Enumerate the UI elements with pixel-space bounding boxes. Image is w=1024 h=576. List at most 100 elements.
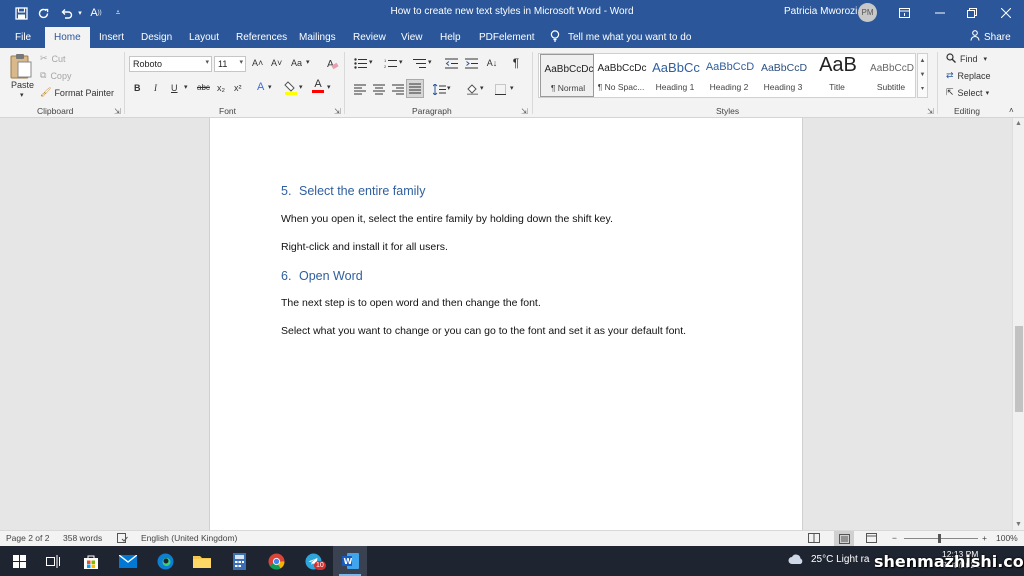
tab-pdfelement[interactable]: PDFelement xyxy=(479,26,535,48)
align-left-icon[interactable] xyxy=(352,81,368,97)
style-heading-2[interactable]: AaBbCcD Heading 2 xyxy=(702,54,756,97)
scroll-up-icon[interactable]: ▲ xyxy=(918,54,927,68)
zoom-slider[interactable] xyxy=(904,538,978,539)
superscript-button[interactable]: x² xyxy=(234,83,242,93)
find-button[interactable]: Find ▾ xyxy=(946,53,987,65)
calculator-icon[interactable] xyxy=(222,546,256,576)
multilevel-dropdown-icon[interactable]: ▾ xyxy=(428,58,432,66)
tab-file[interactable]: File xyxy=(15,26,31,48)
style-heading-1[interactable]: AaBbCc Heading 1 xyxy=(648,54,702,97)
save-icon[interactable] xyxy=(12,4,30,22)
zoom-in-button[interactable]: + xyxy=(982,533,987,543)
tab-insert[interactable]: Insert xyxy=(99,26,124,48)
tab-help[interactable]: Help xyxy=(440,26,461,48)
read-mode-icon[interactable] xyxy=(808,533,820,545)
zoom-slider-thumb[interactable] xyxy=(938,534,941,543)
borders-icon[interactable] xyxy=(492,81,508,97)
task-view-icon[interactable] xyxy=(36,546,70,576)
weather-text[interactable]: 25°C Light ra xyxy=(811,554,869,565)
page-count[interactable]: Page 2 of 2 xyxy=(6,533,49,543)
bullets-icon[interactable] xyxy=(352,55,368,71)
clear-formatting-icon[interactable]: A xyxy=(326,57,339,70)
cut-button[interactable]: ✂ Cut xyxy=(40,53,66,64)
strikethrough-button[interactable]: abc xyxy=(197,83,210,92)
touch-mode-icon[interactable]: A)) xyxy=(87,4,105,22)
underline-dropdown-icon[interactable]: ▾ xyxy=(184,83,188,91)
line-spacing-dropdown-icon[interactable]: ▾ xyxy=(447,84,451,92)
select-button[interactable]: ⇱ Select ▾ xyxy=(946,87,989,98)
proofing-icon[interactable] xyxy=(117,533,128,545)
scrollbar-thumb[interactable] xyxy=(1015,326,1023,412)
style-no-spacing[interactable]: AaBbCcDc ¶ No Spac... xyxy=(594,54,648,97)
file-explorer-icon[interactable] xyxy=(185,546,219,576)
heading-open-word[interactable]: 6. Open Word xyxy=(281,269,363,283)
sort-icon[interactable]: A↓ xyxy=(484,55,500,71)
ribbon-display-options-icon[interactable] xyxy=(886,0,922,26)
tell-me-box[interactable]: Tell me what you want to do xyxy=(550,26,691,48)
avatar[interactable]: PM xyxy=(858,3,877,22)
heading-select-family[interactable]: 5. Select the entire family xyxy=(281,184,425,198)
print-layout-icon[interactable] xyxy=(834,531,854,546)
grow-font-button[interactable]: A˄ xyxy=(252,58,263,68)
style-title[interactable]: AaB Title xyxy=(810,54,864,97)
increase-indent-icon[interactable] xyxy=(463,55,479,71)
customize-icon[interactable]: ⩡ xyxy=(109,4,127,22)
bullets-dropdown-icon[interactable]: ▾ xyxy=(369,58,373,66)
vertical-scrollbar[interactable]: ▲ ▼ xyxy=(1012,118,1024,530)
tab-view[interactable]: View xyxy=(401,26,423,48)
copy-button[interactable]: ⧉ Copy xyxy=(40,70,71,81)
collapse-ribbon-icon[interactable]: ˄ xyxy=(1009,106,1014,115)
font-size-box[interactable]: 11 ▾ xyxy=(214,56,246,72)
highlight-dropdown-icon[interactable]: ▾ xyxy=(299,83,303,91)
subscript-button[interactable]: x₂ xyxy=(217,83,225,93)
paragraph[interactable]: When you open it, select the entire fami… xyxy=(281,213,613,225)
paste-icon[interactable] xyxy=(9,52,35,80)
font-color-dropdown-icon[interactable]: ▾ xyxy=(327,83,331,91)
font-launcher-icon[interactable]: ⇲ xyxy=(334,107,341,116)
close-icon[interactable] xyxy=(988,0,1024,26)
change-case-dropdown-icon[interactable]: ▾ xyxy=(306,58,310,66)
shrink-font-button[interactable]: A˅ xyxy=(271,58,282,68)
shading-dropdown-icon[interactable]: ▾ xyxy=(480,84,484,92)
align-right-icon[interactable] xyxy=(390,81,406,97)
italic-button[interactable]: I xyxy=(154,83,157,93)
store-icon[interactable] xyxy=(74,546,108,576)
zoom-level[interactable]: 100% xyxy=(996,533,1018,543)
start-icon[interactable] xyxy=(2,546,36,576)
highlight-button[interactable] xyxy=(284,80,298,96)
paste-button[interactable]: Paste xyxy=(11,80,34,90)
styles-scroller[interactable]: ▲ ▼ ▾ xyxy=(917,53,928,98)
restore-icon[interactable] xyxy=(954,0,990,26)
chrome-icon[interactable] xyxy=(259,546,293,576)
style-subtitle[interactable]: AaBbCcD Subtitle xyxy=(864,54,918,97)
numbering-icon[interactable]: 12 xyxy=(382,55,398,71)
weather-icon[interactable] xyxy=(788,554,804,568)
scroll-down-icon[interactable]: ▼ xyxy=(918,68,927,82)
word-icon[interactable]: W xyxy=(333,546,367,576)
style-heading-3[interactable]: AaBbCcD Heading 3 xyxy=(756,54,810,97)
replace-button[interactable]: ⇄ Replace xyxy=(946,70,991,81)
tab-layout[interactable]: Layout xyxy=(189,26,219,48)
user-name[interactable]: Patricia Mworozi xyxy=(784,6,857,17)
tab-design[interactable]: Design xyxy=(141,26,172,48)
more-styles-icon[interactable]: ▾ xyxy=(918,82,927,96)
scroll-down-arrow-icon[interactable]: ▼ xyxy=(1015,521,1022,528)
scroll-up-arrow-icon[interactable]: ▲ xyxy=(1015,120,1022,127)
autosave-icon[interactable] xyxy=(34,4,52,22)
numbering-dropdown-icon[interactable]: ▾ xyxy=(399,58,403,66)
change-case-button[interactable]: Aa xyxy=(291,58,302,68)
styles-launcher-icon[interactable]: ⇲ xyxy=(927,107,934,116)
document-page[interactable]: 5. Select the entire family When you open… xyxy=(209,118,803,530)
paragraph[interactable]: The next step is to open word and then c… xyxy=(281,297,541,309)
shading-icon[interactable] xyxy=(464,81,480,97)
telegram-icon[interactable]: 10 xyxy=(296,546,330,576)
web-layout-icon[interactable] xyxy=(866,533,877,545)
tab-home[interactable]: Home xyxy=(45,27,90,48)
line-spacing-icon[interactable] xyxy=(431,81,447,97)
decrease-indent-icon[interactable] xyxy=(443,55,459,71)
pilcrow-icon[interactable]: ¶ xyxy=(508,55,524,71)
clipboard-launcher-icon[interactable]: ⇲ xyxy=(114,107,121,116)
word-count[interactable]: 358 words xyxy=(63,533,102,543)
tab-mailings[interactable]: Mailings xyxy=(299,26,336,48)
paragraph-launcher-icon[interactable]: ⇲ xyxy=(521,107,528,116)
